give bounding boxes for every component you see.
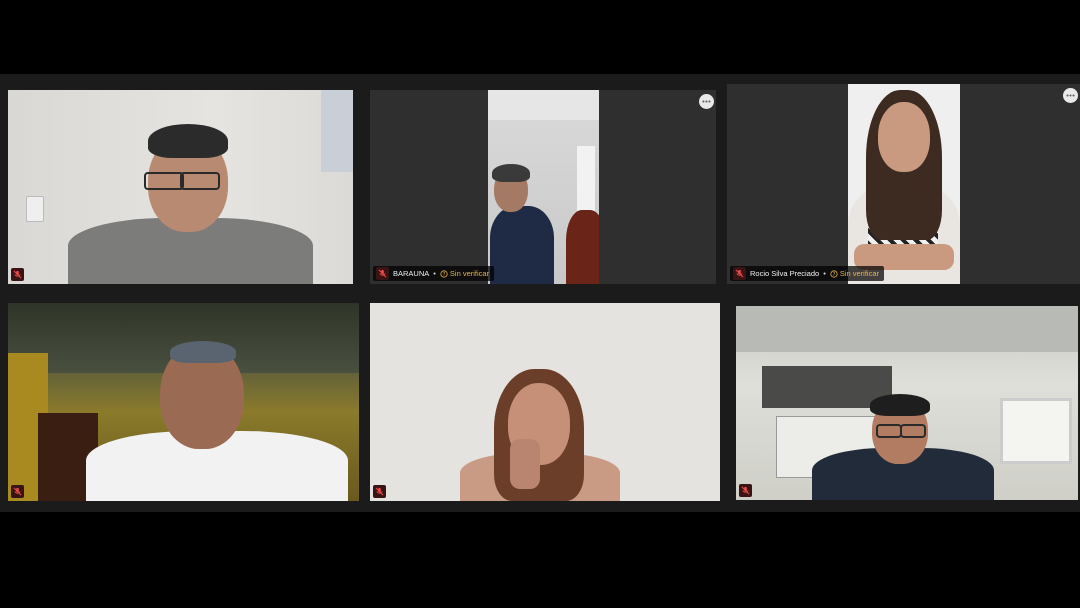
- participant-tile-1[interactable]: [8, 90, 353, 284]
- help-circle-icon: ?: [830, 269, 838, 278]
- more-options-icon[interactable]: [1063, 88, 1078, 103]
- participant-video-5: [370, 303, 720, 501]
- more-options-icon[interactable]: [699, 94, 714, 109]
- participant-namebar-3: Rocio Silva Preciado • ? Sin verificar: [730, 266, 885, 281]
- wall-poster: [321, 90, 353, 172]
- verification-label: Sin verificar: [449, 269, 490, 278]
- separator-dot: •: [823, 269, 826, 278]
- participant-tile-4[interactable]: [8, 303, 359, 501]
- mic-off-icon: [376, 267, 389, 280]
- mic-off-icon: [733, 267, 746, 280]
- participant-name: BARAUNA: [393, 269, 430, 278]
- participant-namebar-2: BARAUNA • ? Sin verificar: [373, 266, 495, 281]
- participant-video-4: [8, 303, 359, 501]
- mic-off-icon: [11, 485, 24, 498]
- participant-video-2: [488, 90, 599, 284]
- participant-video-1: [8, 90, 353, 284]
- verification-status[interactable]: ? Sin verificar: [830, 269, 879, 278]
- participant-tile-5[interactable]: [370, 303, 720, 501]
- mic-off-icon: [373, 485, 386, 498]
- separator-dot: •: [433, 269, 436, 278]
- participant-tile-2[interactable]: BARAUNA • ? Sin verificar: [370, 90, 716, 284]
- mic-off-icon: [11, 268, 24, 281]
- wall-screen: [1000, 398, 1072, 464]
- participant-tile-6[interactable]: [736, 306, 1078, 500]
- power-outlet: [26, 196, 44, 222]
- participant-tile-3[interactable]: Rocio Silva Preciado • ? Sin verificar: [727, 84, 1080, 284]
- help-circle-icon: ?: [440, 269, 448, 278]
- mic-off-icon: [739, 484, 752, 497]
- verification-label: Sin verificar: [839, 269, 880, 278]
- participant-video-6: [736, 306, 1078, 500]
- verification-status[interactable]: ? Sin verificar: [440, 269, 489, 278]
- video-grid: BARAUNA • ? Sin verificar Rocio Silva Pr…: [0, 74, 1080, 512]
- participant-video-3: [848, 84, 960, 284]
- participant-name: Rocio Silva Preciado: [750, 269, 820, 278]
